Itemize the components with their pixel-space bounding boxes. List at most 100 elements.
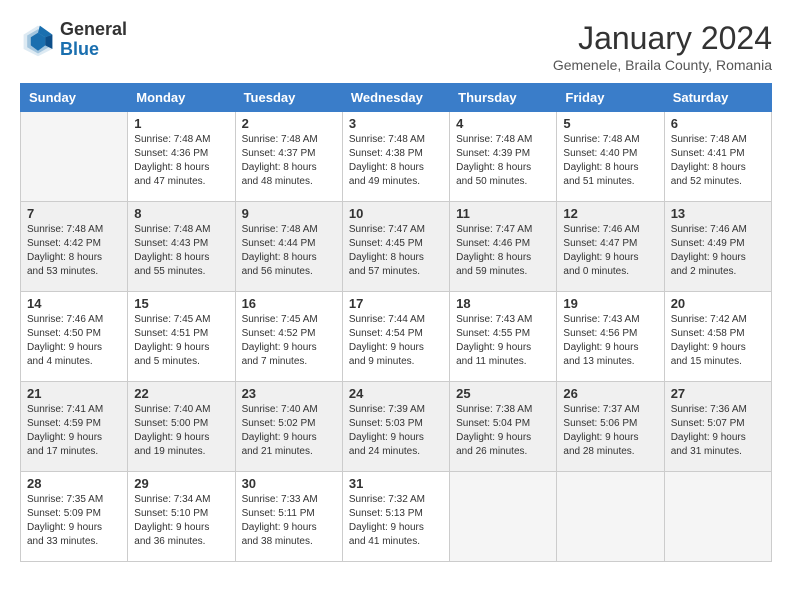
cell-info: Sunrise: 7:46 AM Sunset: 4:47 PM Dayligh… [563,223,657,279]
logo-text: General Blue [60,20,127,60]
calendar-cell: 8Sunrise: 7:48 AM Sunset: 4:43 PM Daylig… [128,202,235,292]
day-number: 18 [456,296,550,311]
day-number: 14 [27,296,121,311]
calendar-cell: 11Sunrise: 7:47 AM Sunset: 4:46 PM Dayli… [450,202,557,292]
title-block: January 2024 Gemenele, Braila County, Ro… [553,20,772,73]
calendar-cell: 29 Sunrise: 7:34 AM Sunset: 5:10 PM Dayli… [128,472,235,562]
day-number: 11 [456,206,550,221]
cell-info: Sunrise: 7:42 AM Sunset: 4:58 PM Dayligh… [671,313,765,369]
cell-info: Sunrise: 7:43 AM Sunset: 4:56 PM Dayligh… [563,313,657,369]
calendar-cell: 18 Sunrise: 7:43 AM Sunset: 4:55 PM Dayli… [450,292,557,382]
weekday-header: Monday [128,84,235,112]
day-number: 10 [349,206,443,221]
day-number: 28 [27,476,121,491]
logo-blue: Blue [60,39,99,59]
calendar-cell [450,472,557,562]
day-number: 2 [242,116,336,131]
calendar-week-row: 28 Sunrise: 7:35 AM Sunset: 5:09 PM Dayli… [21,472,772,562]
cell-info: Sunrise: 7:35 AM Sunset: 5:09 PM Dayligh… [27,493,121,549]
cell-info: Sunrise: 7:36 AM Sunset: 5:07 PM Dayligh… [671,403,765,459]
day-number: 16 [242,296,336,311]
weekday-header: Tuesday [235,84,342,112]
day-number: 25 [456,386,550,401]
logo-icon [20,22,56,58]
day-number: 3 [349,116,443,131]
cell-info: Sunrise: 7:44 AM Sunset: 4:54 PM Dayligh… [349,313,443,369]
day-number: 22 [134,386,228,401]
cell-info: Sunrise: 7:38 AM Sunset: 5:04 PM Dayligh… [456,403,550,459]
calendar-cell: 30 Sunrise: 7:33 AM Sunset: 5:11 PM Dayli… [235,472,342,562]
calendar-cell [557,472,664,562]
cell-info: Sunrise: 7:46 AM Sunset: 4:50 PM Dayligh… [27,313,121,369]
day-number: 6 [671,116,765,131]
day-number: 13 [671,206,765,221]
logo-general: General [60,19,127,39]
calendar-cell [664,472,771,562]
weekday-header: Sunday [21,84,128,112]
day-number: 21 [27,386,121,401]
calendar-cell: 4 Sunrise: 7:48 AM Sunset: 4:39 PM Daylig… [450,112,557,202]
cell-info: Sunrise: 7:32 AM Sunset: 5:13 PM Dayligh… [349,493,443,549]
calendar-cell: 31 Sunrise: 7:32 AM Sunset: 5:13 PM Dayli… [342,472,449,562]
calendar-cell: 3 Sunrise: 7:48 AM Sunset: 4:38 PM Daylig… [342,112,449,202]
cell-info: Sunrise: 7:39 AM Sunset: 5:03 PM Dayligh… [349,403,443,459]
cell-info: Sunrise: 7:45 AM Sunset: 4:52 PM Dayligh… [242,313,336,369]
day-number: 15 [134,296,228,311]
cell-info: Sunrise: 7:43 AM Sunset: 4:55 PM Dayligh… [456,313,550,369]
calendar-cell: 1 Sunrise: 7:48 AM Sunset: 4:36 PM Daylig… [128,112,235,202]
calendar-table: SundayMondayTuesdayWednesdayThursdayFrid… [20,83,772,562]
cell-info: Sunrise: 7:48 AM Sunset: 4:41 PM Dayligh… [671,133,765,189]
calendar-cell: 14 Sunrise: 7:46 AM Sunset: 4:50 PM Dayli… [21,292,128,382]
day-number: 7 [27,206,121,221]
day-number: 19 [563,296,657,311]
cell-info: Sunrise: 7:45 AM Sunset: 4:51 PM Dayligh… [134,313,228,369]
cell-info: Sunrise: 7:48 AM Sunset: 4:44 PM Dayligh… [242,223,336,279]
calendar-cell: 23Sunrise: 7:40 AM Sunset: 5:02 PM Dayli… [235,382,342,472]
cell-info: Sunrise: 7:37 AM Sunset: 5:06 PM Dayligh… [563,403,657,459]
weekday-header: Friday [557,84,664,112]
month-title: January 2024 [553,20,772,57]
cell-info: Sunrise: 7:47 AM Sunset: 4:45 PM Dayligh… [349,223,443,279]
day-number: 30 [242,476,336,491]
calendar-cell: 10 Sunrise: 7:47 AM Sunset: 4:45 PM Dayli… [342,202,449,292]
calendar-cell: 5Sunrise: 7:48 AM Sunset: 4:40 PM Daylig… [557,112,664,202]
cell-info: Sunrise: 7:41 AM Sunset: 4:59 PM Dayligh… [27,403,121,459]
calendar-week-row: 14 Sunrise: 7:46 AM Sunset: 4:50 PM Dayli… [21,292,772,382]
calendar-cell: 16 Sunrise: 7:45 AM Sunset: 4:52 PM Dayli… [235,292,342,382]
day-number: 29 [134,476,228,491]
calendar-cell: 27 Sunrise: 7:36 AM Sunset: 5:07 PM Dayli… [664,382,771,472]
calendar-cell: 7Sunrise: 7:48 AM Sunset: 4:42 PM Daylig… [21,202,128,292]
calendar-cell: 17Sunrise: 7:44 AM Sunset: 4:54 PM Dayli… [342,292,449,382]
calendar-cell: 20 Sunrise: 7:42 AM Sunset: 4:58 PM Dayli… [664,292,771,382]
calendar-cell: 25 Sunrise: 7:38 AM Sunset: 5:04 PM Dayli… [450,382,557,472]
day-number: 27 [671,386,765,401]
location-subtitle: Gemenele, Braila County, Romania [553,57,772,73]
calendar-cell: 24Sunrise: 7:39 AM Sunset: 5:03 PM Dayli… [342,382,449,472]
calendar-cell: 22 Sunrise: 7:40 AM Sunset: 5:00 PM Dayli… [128,382,235,472]
cell-info: Sunrise: 7:48 AM Sunset: 4:38 PM Dayligh… [349,133,443,189]
cell-info: Sunrise: 7:33 AM Sunset: 5:11 PM Dayligh… [242,493,336,549]
cell-info: Sunrise: 7:46 AM Sunset: 4:49 PM Dayligh… [671,223,765,279]
calendar-cell: 12Sunrise: 7:46 AM Sunset: 4:47 PM Dayli… [557,202,664,292]
cell-info: Sunrise: 7:40 AM Sunset: 5:00 PM Dayligh… [134,403,228,459]
day-number: 4 [456,116,550,131]
calendar-week-row: 7Sunrise: 7:48 AM Sunset: 4:42 PM Daylig… [21,202,772,292]
day-number: 20 [671,296,765,311]
logo: General Blue [20,20,127,60]
cell-info: Sunrise: 7:34 AM Sunset: 5:10 PM Dayligh… [134,493,228,549]
page-header: General Blue January 2024 Gemenele, Brai… [20,20,772,73]
calendar-cell [21,112,128,202]
cell-info: Sunrise: 7:48 AM Sunset: 4:37 PM Dayligh… [242,133,336,189]
calendar-cell: 9 Sunrise: 7:48 AM Sunset: 4:44 PM Daylig… [235,202,342,292]
day-number: 9 [242,206,336,221]
calendar-cell: 19 Sunrise: 7:43 AM Sunset: 4:56 PM Dayli… [557,292,664,382]
day-number: 31 [349,476,443,491]
calendar-cell: 28 Sunrise: 7:35 AM Sunset: 5:09 PM Dayli… [21,472,128,562]
cell-info: Sunrise: 7:48 AM Sunset: 4:39 PM Dayligh… [456,133,550,189]
weekday-header: Wednesday [342,84,449,112]
day-number: 1 [134,116,228,131]
cell-info: Sunrise: 7:48 AM Sunset: 4:36 PM Dayligh… [134,133,228,189]
calendar-cell: 15 Sunrise: 7:45 AM Sunset: 4:51 PM Dayli… [128,292,235,382]
day-number: 5 [563,116,657,131]
calendar-cell: 2 Sunrise: 7:48 AM Sunset: 4:37 PM Daylig… [235,112,342,202]
